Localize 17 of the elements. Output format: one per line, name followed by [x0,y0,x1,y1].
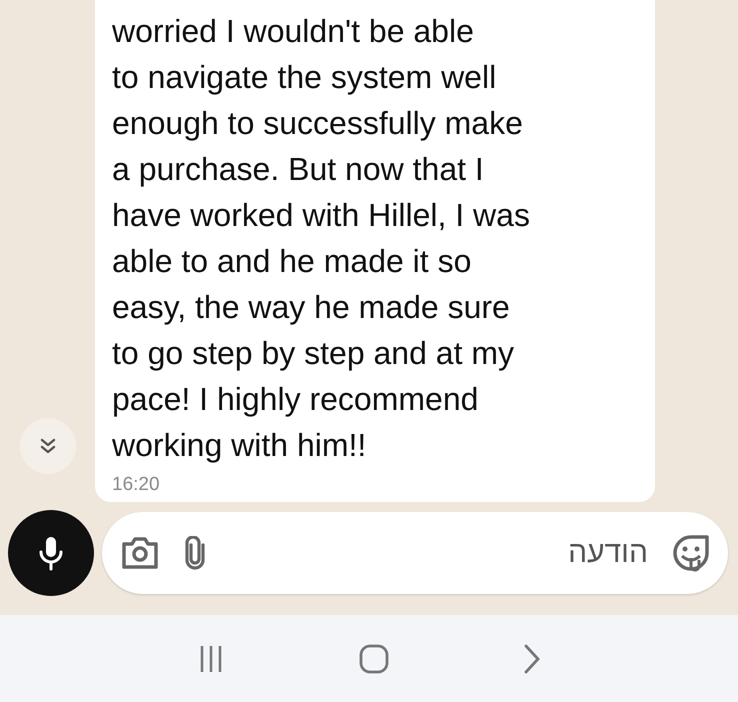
message-text-line: enough to successfully make [112,104,524,143]
camera-icon[interactable] [120,535,160,571]
message-text-line: easy, the way he made sure [112,288,511,327]
message-text-line: have worked with Hillel, I was [112,196,531,235]
home-icon[interactable] [358,642,390,674]
message-text-line: working with him!! [112,426,368,465]
message-text-line: to go step by step and at my [112,334,516,373]
message-text-line: worried I wouldn't be able [112,12,475,51]
message-text-line: pace! I highly recommend [112,380,480,419]
message-text-line: a purchase. But now that I [112,150,485,189]
message-time: 16:20 [112,473,161,497]
message-field[interactable]: הודעה [102,512,728,594]
message-input[interactable]: הודעה [230,535,650,571]
message-text-line: to navigate the system well [112,58,498,97]
message-text-line: able to and he made it so [112,242,472,281]
back-icon[interactable] [522,642,542,674]
sticker-icon[interactable] [672,534,710,572]
